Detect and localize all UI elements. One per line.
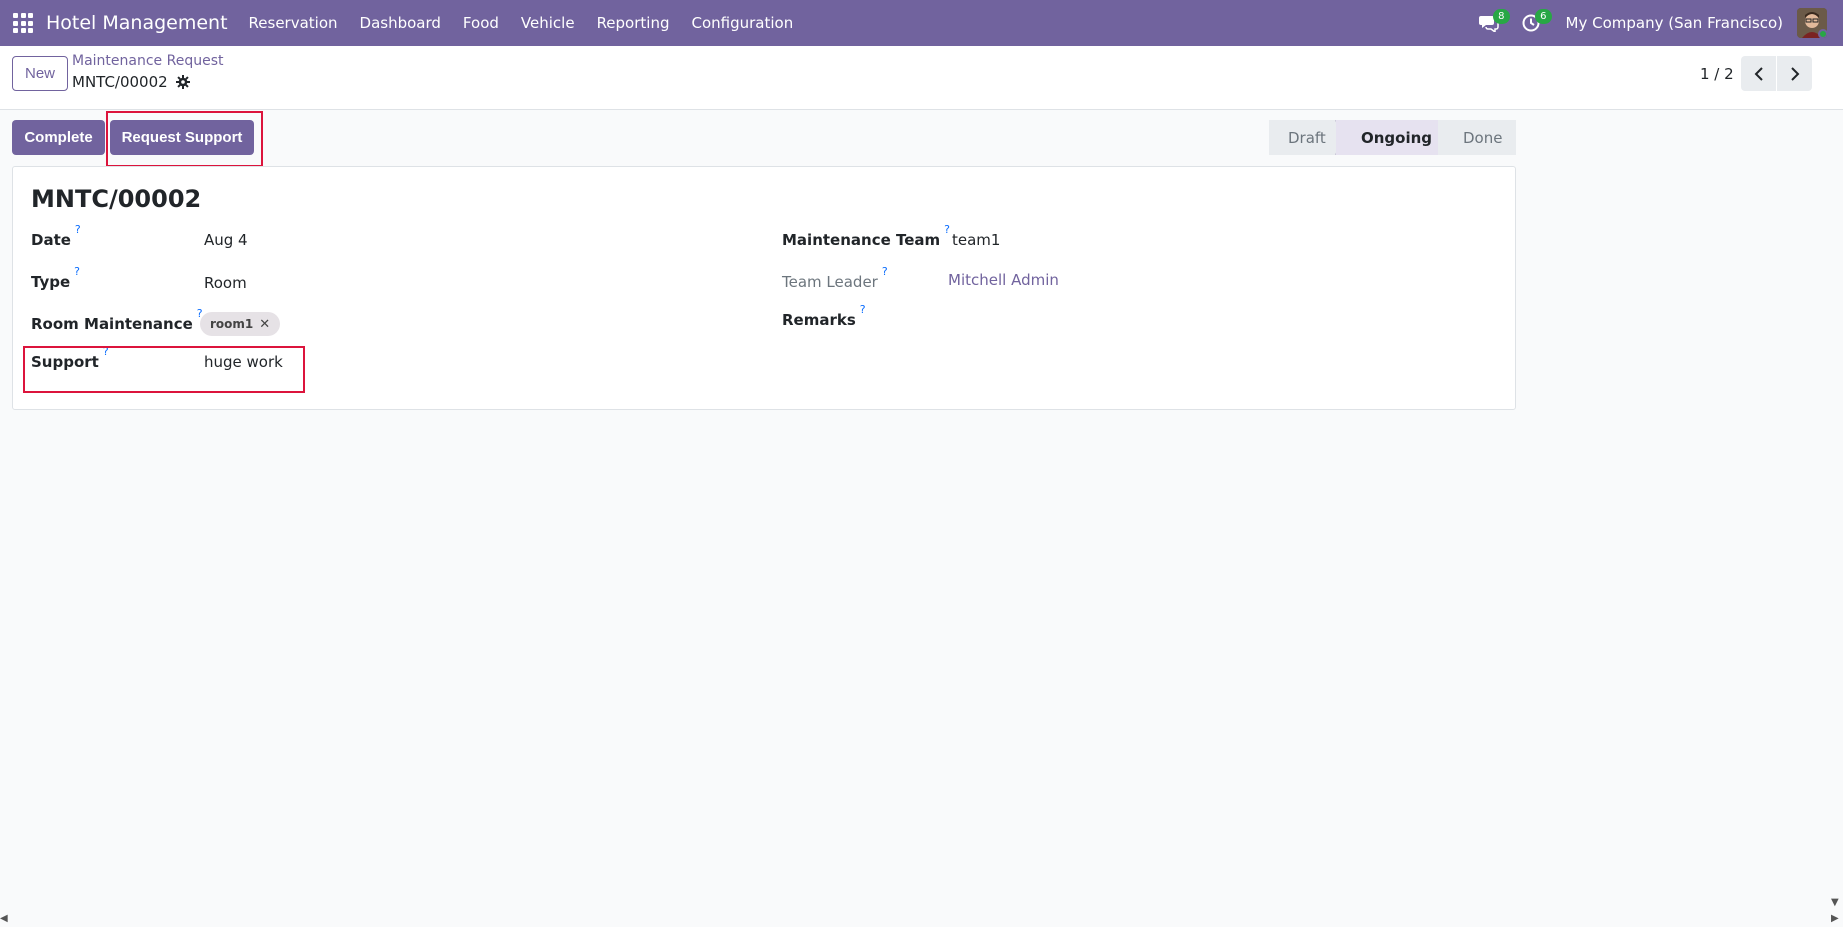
help-tooltip-icon[interactable]: ? [74,265,80,278]
date-label-text: Date [31,231,71,249]
activities-count-badge: 6 [1535,9,1552,24]
status-step-ongoing[interactable]: Ongoing [1336,120,1438,155]
status-step-draft[interactable]: Draft [1269,120,1336,155]
help-tooltip-icon[interactable]: ? [75,223,81,236]
pager-value[interactable]: 1 / 2 [1700,65,1734,83]
pager-previous-button[interactable] [1741,56,1776,91]
team-leader-label: Team Leader? [782,265,888,291]
gear-icon[interactable] [175,75,190,89]
help-tooltip-icon[interactable]: ? [882,265,888,278]
type-label: Type? [31,265,80,291]
date-field[interactable]: Aug 4 [204,231,248,249]
messages-button[interactable]: 8 [1474,8,1510,38]
scroll-left-arrow-icon[interactable]: ◀ [0,913,8,924]
scroll-right-arrow-icon[interactable]: ▶ [1831,913,1839,924]
breadcrumb-current: MNTC/00002 [72,73,168,91]
messages-count-badge: 8 [1493,9,1510,24]
main-menu: Reservation Dashboard Food Vehicle Repor… [238,14,805,32]
scroll-down-arrow-icon[interactable]: ▼ [1831,897,1839,908]
breadcrumb-parent[interactable]: Maintenance Request [72,53,223,69]
maintenance-team-label-text: Maintenance Team [782,231,941,249]
chevron-left-icon [1754,66,1763,81]
new-button[interactable]: New [12,56,68,91]
maintenance-team-label: Maintenance Team? [782,223,950,249]
help-tooltip-icon[interactable]: ? [860,303,866,316]
activities-button[interactable]: 6 [1516,8,1552,38]
close-icon[interactable]: ✕ [259,317,270,332]
type-label-text: Type [31,273,71,291]
type-field[interactable]: Room [204,274,247,292]
support-field[interactable]: huge work [204,353,283,371]
menu-item-reporting[interactable]: Reporting [586,14,681,32]
status-bar: Draft Ongoing Done [1269,120,1516,155]
maintenance-team-field[interactable]: team1 [952,231,1000,249]
menu-item-configuration[interactable]: Configuration [680,14,804,32]
room-tag[interactable]: room1 ✕ [200,312,281,336]
pager-next-button[interactable] [1777,56,1812,91]
date-label: Date? [31,223,81,249]
form-sheet: MNTC/00002 Date? Aug 4 Type? Room Room M… [12,166,1516,410]
app-name[interactable]: Hotel Management [46,12,228,34]
status-step-label: Ongoing [1361,128,1433,147]
request-support-button[interactable]: Request Support [110,120,254,155]
menu-item-dashboard[interactable]: Dashboard [349,14,452,32]
remarks-label: Remarks? [782,303,866,329]
support-label-text: Support [31,353,99,371]
company-switcher[interactable]: My Company (San Francisco) [1566,14,1783,32]
remarks-field[interactable] [952,309,1492,331]
apps-menu-icon[interactable] [13,13,33,33]
help-tooltip-icon[interactable]: ? [944,223,950,236]
user-avatar[interactable] [1797,8,1827,38]
status-step-label: Draft [1288,128,1326,147]
menu-item-reservation[interactable]: Reservation [238,14,349,32]
room-maintenance-label-text: Room Maintenance [31,315,193,333]
room-tag-label: room1 [210,317,254,331]
top-navbar: Hotel Management Reservation Dashboard F… [0,0,1843,46]
breadcrumb: MNTC/00002 [72,73,190,91]
team-leader-label-text: Team Leader [782,273,878,291]
status-step-label: Done [1463,128,1503,147]
chevron-right-icon [1790,66,1799,81]
navbar-systray: 8 6 My Company (San Francisco) [1474,0,1843,46]
status-step-done[interactable]: Done [1438,120,1516,155]
record-title: MNTC/00002 [31,185,202,213]
complete-button[interactable]: Complete [12,120,105,155]
support-label: Support? [31,345,109,371]
online-status-dot [1818,29,1827,38]
team-leader-link[interactable]: Mitchell Admin [948,271,1059,289]
menu-item-food[interactable]: Food [452,14,510,32]
room-maintenance-label: Room Maintenance? [31,307,203,333]
remarks-label-text: Remarks [782,311,856,329]
menu-item-vehicle[interactable]: Vehicle [510,14,586,32]
help-tooltip-icon[interactable]: ? [103,345,109,358]
control-panel: New Maintenance Request MNTC/00002 1 / 2 [0,46,1843,110]
